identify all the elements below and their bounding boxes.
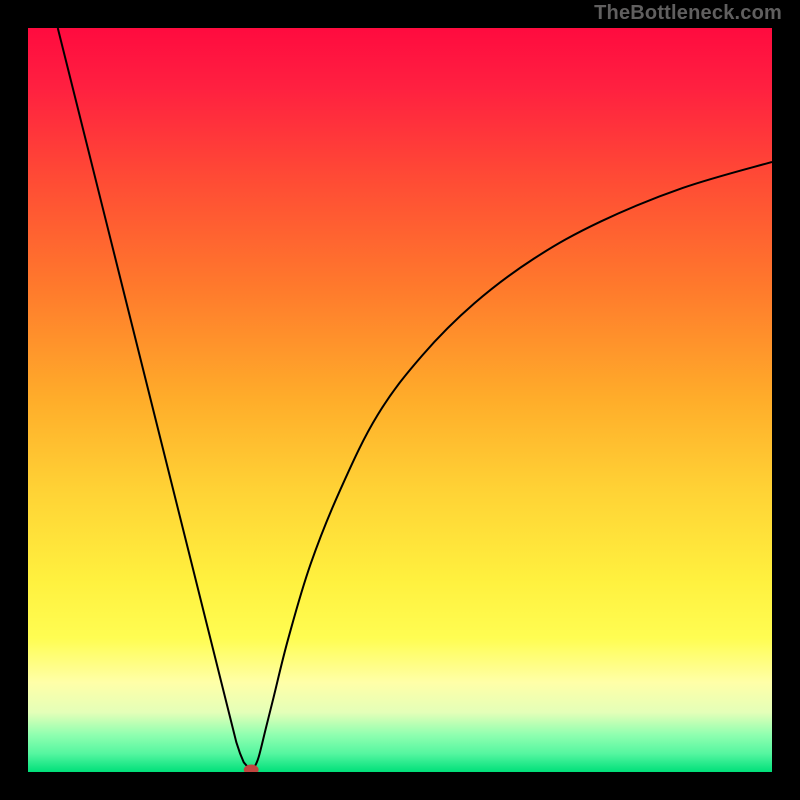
chart-background [28, 28, 772, 772]
watermark-text: TheBottleneck.com [594, 2, 782, 25]
bottleneck-chart [28, 28, 772, 772]
